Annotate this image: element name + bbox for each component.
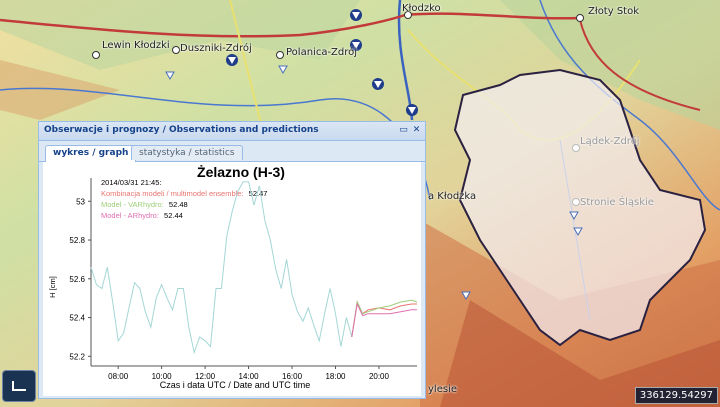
series-line-2	[351, 299, 418, 337]
tab-statistics[interactable]: statystyka / statistics	[131, 145, 243, 160]
close-icon[interactable]: ✕	[411, 125, 422, 136]
info-label-varhydro: Model - VARhydro:	[101, 200, 164, 209]
town-label-bystrzyca: a Kłodzka	[428, 191, 477, 202]
town-label-slesie: ylesie	[428, 384, 457, 395]
coordinate-readout: 336129.54297	[634, 387, 718, 404]
info-timestamp: 2014/03/31 21:45:	[101, 178, 161, 187]
town-label-klodzko: Kłodzko	[402, 3, 441, 14]
x-tick-label: 08:00	[108, 372, 129, 381]
info-line-arhydro: Model - ARhydro: 52.44	[101, 211, 183, 220]
x-tick-label: 18:00	[325, 372, 346, 381]
water-level-chart: Żelazno (H-3) 2014/03/31 21:45: Kombinac…	[48, 164, 418, 390]
chart-title: Żelazno (H-3)	[197, 164, 285, 180]
tab-graph[interactable]: wykres / graph	[45, 145, 137, 162]
y-tick-label: 52.4	[69, 314, 85, 323]
info-label-arhydro: Model - ARhydro:	[101, 211, 159, 220]
y-tick-label: 52.6	[69, 275, 85, 284]
y-tick-label: 52.8	[69, 236, 85, 245]
panel-header[interactable]: Obserwacje i prognozy / Observations and…	[39, 122, 425, 141]
x-tick-label: 12:00	[195, 372, 216, 381]
x-axis-label: Czas i data UTC / Date and UTC time	[160, 380, 311, 390]
corner-icon	[12, 381, 26, 391]
map-control-button[interactable]	[2, 370, 36, 402]
x-tick-label: 10:00	[152, 372, 173, 381]
town-label-ladek: Lądek-Zdrój	[580, 136, 640, 147]
observations-panel: Obserwacje i prognozy / Observations and…	[38, 121, 426, 399]
x-tick-label: 14:00	[239, 372, 260, 381]
pin-icon[interactable]: ▭	[398, 125, 409, 136]
y-axis-label: H [cm]	[48, 276, 57, 298]
graph-area: Żelazno (H-3) 2014/03/31 21:45: Kombinac…	[43, 162, 421, 396]
town-label-duszniki: Duszniki-Zdrój	[180, 43, 252, 54]
info-line-varhydro: Model - VARhydro: 52.48	[101, 200, 188, 209]
town-label-polanica: Polanica-Zdrój	[286, 47, 358, 58]
town-label-stronie: Stronie Śląskie	[580, 197, 654, 208]
info-label-ensemble: Kombinacja modeli / multimodel ensemble:	[101, 189, 244, 198]
info-value-varhydro: 52.48	[169, 200, 188, 209]
info-line-ensemble: Kombinacja modeli / multimodel ensemble:…	[101, 189, 267, 198]
town-label-zloty-stok: Złoty Stok	[588, 6, 640, 17]
tab-strip: wykres / graph statystyka / statistics	[39, 143, 425, 162]
x-tick-label: 20:00	[369, 372, 390, 381]
y-tick-label: 52.2	[69, 352, 85, 361]
town-label-lewin: Lewin Kłodzki	[102, 40, 170, 51]
x-tick-label: 16:00	[282, 372, 303, 381]
y-tick-label: 53	[76, 197, 85, 206]
panel-title: Obserwacje i prognozy / Observations and…	[44, 125, 319, 135]
info-value-arhydro: 52.44	[164, 211, 183, 220]
